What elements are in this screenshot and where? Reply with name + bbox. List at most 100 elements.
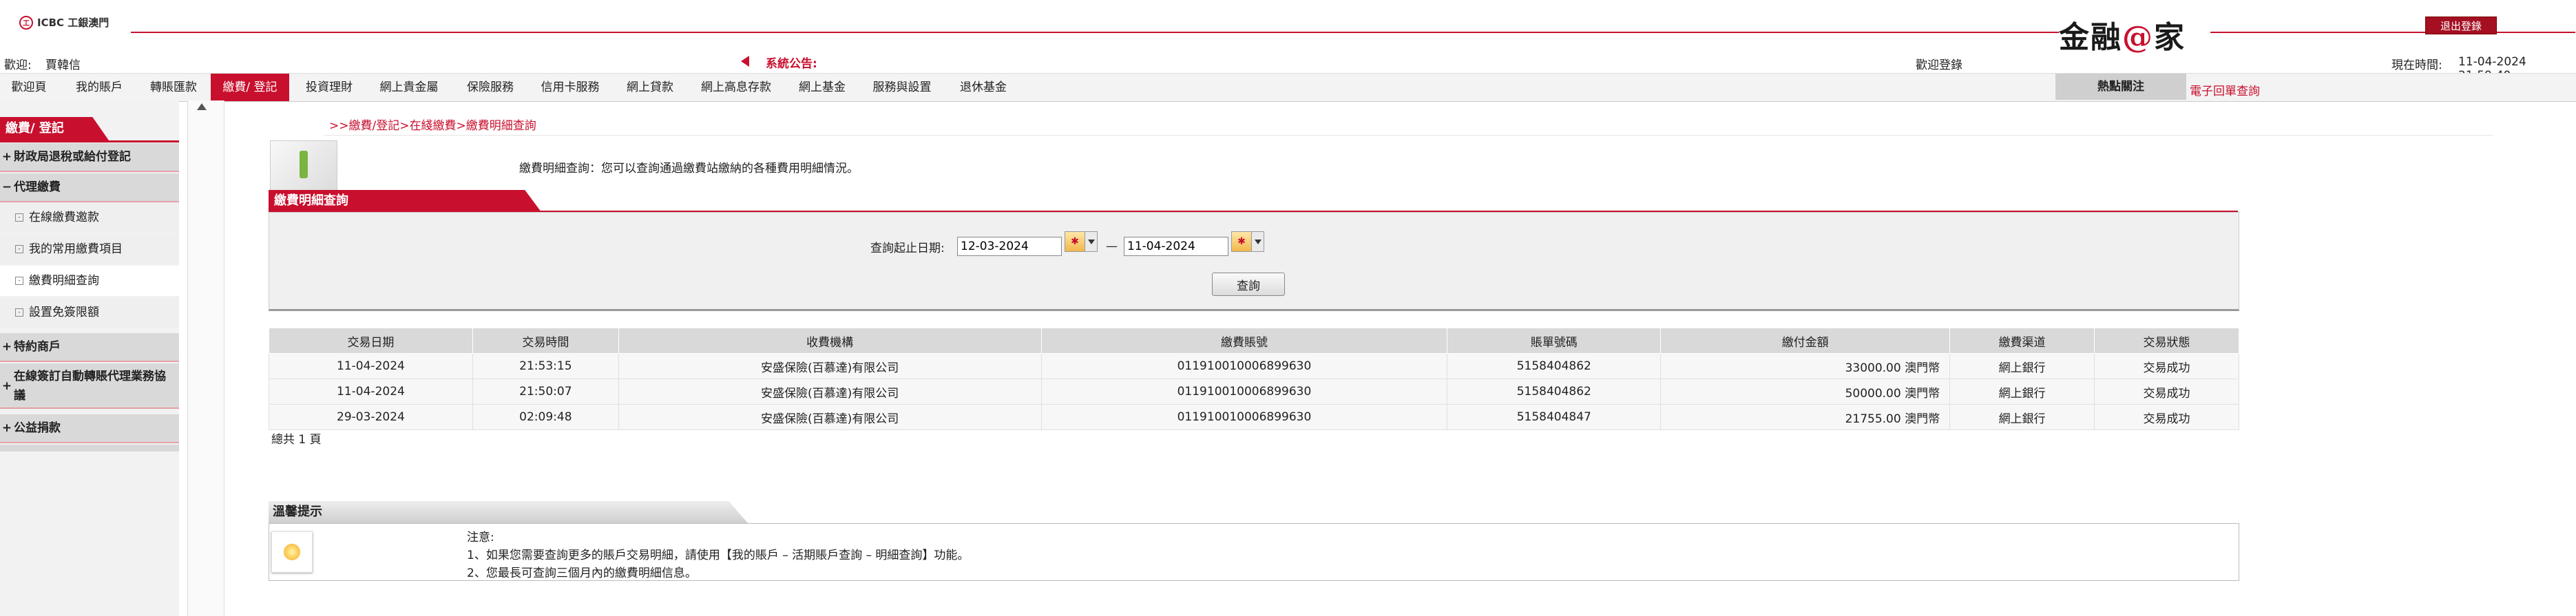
col-header-amount: 繳付金額 — [1660, 328, 1951, 354]
nav-insurance[interactable]: 保險服務 — [457, 74, 523, 101]
expand-icon: + — [1, 150, 12, 164]
nav-transfer[interactable]: 轉賬匯款 — [140, 74, 207, 101]
cell-time: 21:50:07 — [472, 379, 619, 405]
nav-settings[interactable]: 服務與設置 — [863, 74, 941, 101]
tip-line-1: 1、如果您需要查詢更多的賬戶交易明細，請使用【我的賬戶 – 活期賬戶查詢 – 明… — [467, 549, 970, 562]
sidebar-group-tax-refund[interactable]: + 財政局退稅或給付登記 — [0, 143, 179, 172]
col-header-date: 交易日期 — [269, 328, 473, 354]
tips-heading: 注意: — [467, 531, 494, 544]
cell-status: 交易成功 — [2094, 404, 2239, 430]
brand-title: 金融@家 — [2059, 20, 2186, 55]
col-header-bill-no: 賬單號碼 — [1447, 328, 1662, 354]
collapse-icon: − — [1, 180, 12, 194]
hot-topics-tab[interactable]: 熱點關注 — [2055, 74, 2186, 100]
cell-payee: 安盛保險(百慕達)有限公司 — [618, 379, 1042, 405]
nav-investment[interactable]: 投資理財 — [296, 74, 362, 101]
table-row: 11-04-2024 21:50:07 安盛保險(百慕達)有限公司 011910… — [269, 379, 2239, 405]
cell-status: 交易成功 — [2094, 379, 2239, 405]
bullet-icon: - — [15, 277, 23, 285]
sidebar-group-auto-transfer[interactable]: + 在線簽訂自動轉賬代理業務協議 — [0, 363, 179, 409]
sidebar-group-merchants[interactable]: + 特約商戶 — [0, 333, 179, 362]
date-to-calendar-button[interactable]: ✱ — [1231, 231, 1266, 252]
chevron-down-icon — [1252, 231, 1264, 252]
sidebar-item-payment-details[interactable]: - 繳費明細查詢 — [0, 266, 179, 296]
sidebar-scrollbar[interactable] — [187, 100, 224, 616]
nav-loan[interactable]: 網上貸款 — [617, 74, 683, 101]
query-panel — [269, 212, 2239, 311]
header-divider — [131, 32, 2059, 33]
cell-time: 02:09:48 — [472, 404, 619, 430]
tips-title: 溫馨提示 — [269, 501, 748, 523]
bullet-icon: - — [15, 308, 23, 317]
cell-channel: 網上銀行 — [1949, 353, 2095, 379]
sidebar-item-frequent-payments[interactable]: - 我的常用繳費項目 — [0, 234, 179, 264]
breadcrumb[interactable]: >>繳費/登記>在綫繳費>繳費明細查詢 — [329, 116, 536, 133]
current-time-label: 現在時間: — [2391, 59, 2442, 72]
document-icon — [270, 140, 337, 191]
cell-amount: 33000.00 澳門幣 — [1660, 353, 1951, 379]
date-to-input[interactable] — [1124, 237, 1228, 256]
col-header-time: 交易時間 — [472, 328, 619, 354]
pagination-total: 總共 1 頁 — [271, 433, 322, 447]
cell-date: 11-04-2024 — [269, 353, 473, 379]
section-title: 繳費明細查詢 — [269, 190, 541, 212]
nav-fund[interactable]: 網上基金 — [789, 74, 855, 101]
cell-channel: 網上銀行 — [1949, 379, 2095, 405]
col-header-payee: 收費機構 — [618, 328, 1042, 354]
col-header-status: 交易狀態 — [2094, 328, 2239, 354]
page-intro: 繳費明細查詢：您可以查詢通過繳費站繳納的各種費用明細情況。 — [519, 162, 859, 176]
calendar-icon: ✱ — [1065, 231, 1085, 252]
table-header-row: 交易日期 交易時間 收費機構 繳費賬號 賬單號碼 繳付金額 繳費渠道 交易狀態 — [269, 328, 2239, 354]
search-button[interactable]: 查詢 — [1212, 273, 1285, 296]
nav-deposit[interactable]: 網上高息存款 — [691, 74, 781, 101]
cell-bill-no: 5158404862 — [1447, 379, 1662, 405]
date-from-input[interactable] — [957, 237, 1062, 256]
cell-date: 11-04-2024 — [269, 379, 473, 405]
date-from-calendar-button[interactable]: ✱ — [1065, 231, 1099, 252]
sidebar-title-underline — [0, 140, 179, 142]
nav-my-account[interactable]: 我的賬戶 — [66, 74, 132, 101]
cell-bill-no: 5158404847 — [1447, 404, 1662, 430]
logo-text: ICBC 工銀澳門 — [37, 17, 109, 29]
bullet-icon: - — [15, 213, 23, 222]
chevron-down-icon — [1085, 231, 1098, 252]
tip-line-2: 2、您最長可查詢三個月內的繳費明細信息。 — [467, 566, 697, 580]
cell-account: 011910010006899630 — [1040, 404, 1448, 430]
expand-icon: + — [1, 379, 12, 393]
nav-credit-card[interactable]: 信用卡服務 — [532, 74, 609, 101]
speaker-icon — [741, 56, 749, 67]
sidebar-group-donation[interactable]: + 公益捐款 — [0, 414, 179, 443]
cell-amount: 21755.00 澳門幣 — [1660, 404, 1951, 430]
expand-icon: + — [1, 340, 12, 354]
date-separator: — — [1106, 240, 1118, 253]
cell-payee: 安盛保險(百慕達)有限公司 — [618, 353, 1042, 379]
sidebar-item-online-payment[interactable]: - 在線繳費邀款 — [0, 202, 179, 233]
cell-bill-no: 5158404862 — [1447, 353, 1662, 379]
nav-payment[interactable]: 繳費/ 登記 — [211, 74, 289, 101]
icbc-logo-icon: 工 — [19, 15, 33, 30]
icbc-logo: 工 ICBC 工銀澳門 — [19, 15, 109, 30]
sidebar-group-agent-payment[interactable]: − 代理繳費 — [0, 173, 179, 202]
system-notice[interactable]: 系統公告: — [766, 54, 817, 71]
calendar-icon: ✱ — [1231, 231, 1252, 252]
cell-channel: 網上銀行 — [1949, 404, 2095, 430]
last-login-label: 歡迎登錄 — [1916, 59, 1962, 72]
logout-button[interactable]: 退出登錄 — [2425, 17, 2497, 34]
nav-welcome[interactable]: 歡迎頁 — [0, 74, 58, 101]
table-row: 29-03-2024 02:09:48 安盛保險(百慕達)有限公司 011910… — [269, 404, 2239, 430]
nav-retirement-fund[interactable]: 退休基金 — [950, 74, 1016, 101]
e-receipt-link[interactable]: 電子回單查詢 — [2190, 81, 2260, 98]
scroll-up-icon[interactable] — [197, 103, 207, 110]
breadcrumb-divider — [324, 135, 2493, 136]
cell-date: 29-03-2024 — [269, 404, 473, 430]
col-header-channel: 繳費渠道 — [1949, 328, 2095, 354]
user-name: 賈韓信 — [45, 59, 81, 72]
sidebar-item-exempt-limit[interactable]: - 設置免簽限額 — [0, 297, 179, 328]
cell-amount: 50000.00 澳門幣 — [1660, 379, 1951, 405]
welcome-label: 歡迎: — [4, 59, 32, 72]
col-header-account: 繳費賬號 — [1040, 328, 1448, 354]
cell-account: 011910010006899630 — [1040, 379, 1448, 405]
expand-icon: + — [1, 421, 12, 435]
payment-details-table: 交易日期 交易時間 收費機構 繳費賬號 賬單號碼 繳付金額 繳費渠道 交易狀態 … — [269, 328, 2239, 430]
nav-precious-metal[interactable]: 網上貴金屬 — [370, 74, 448, 101]
